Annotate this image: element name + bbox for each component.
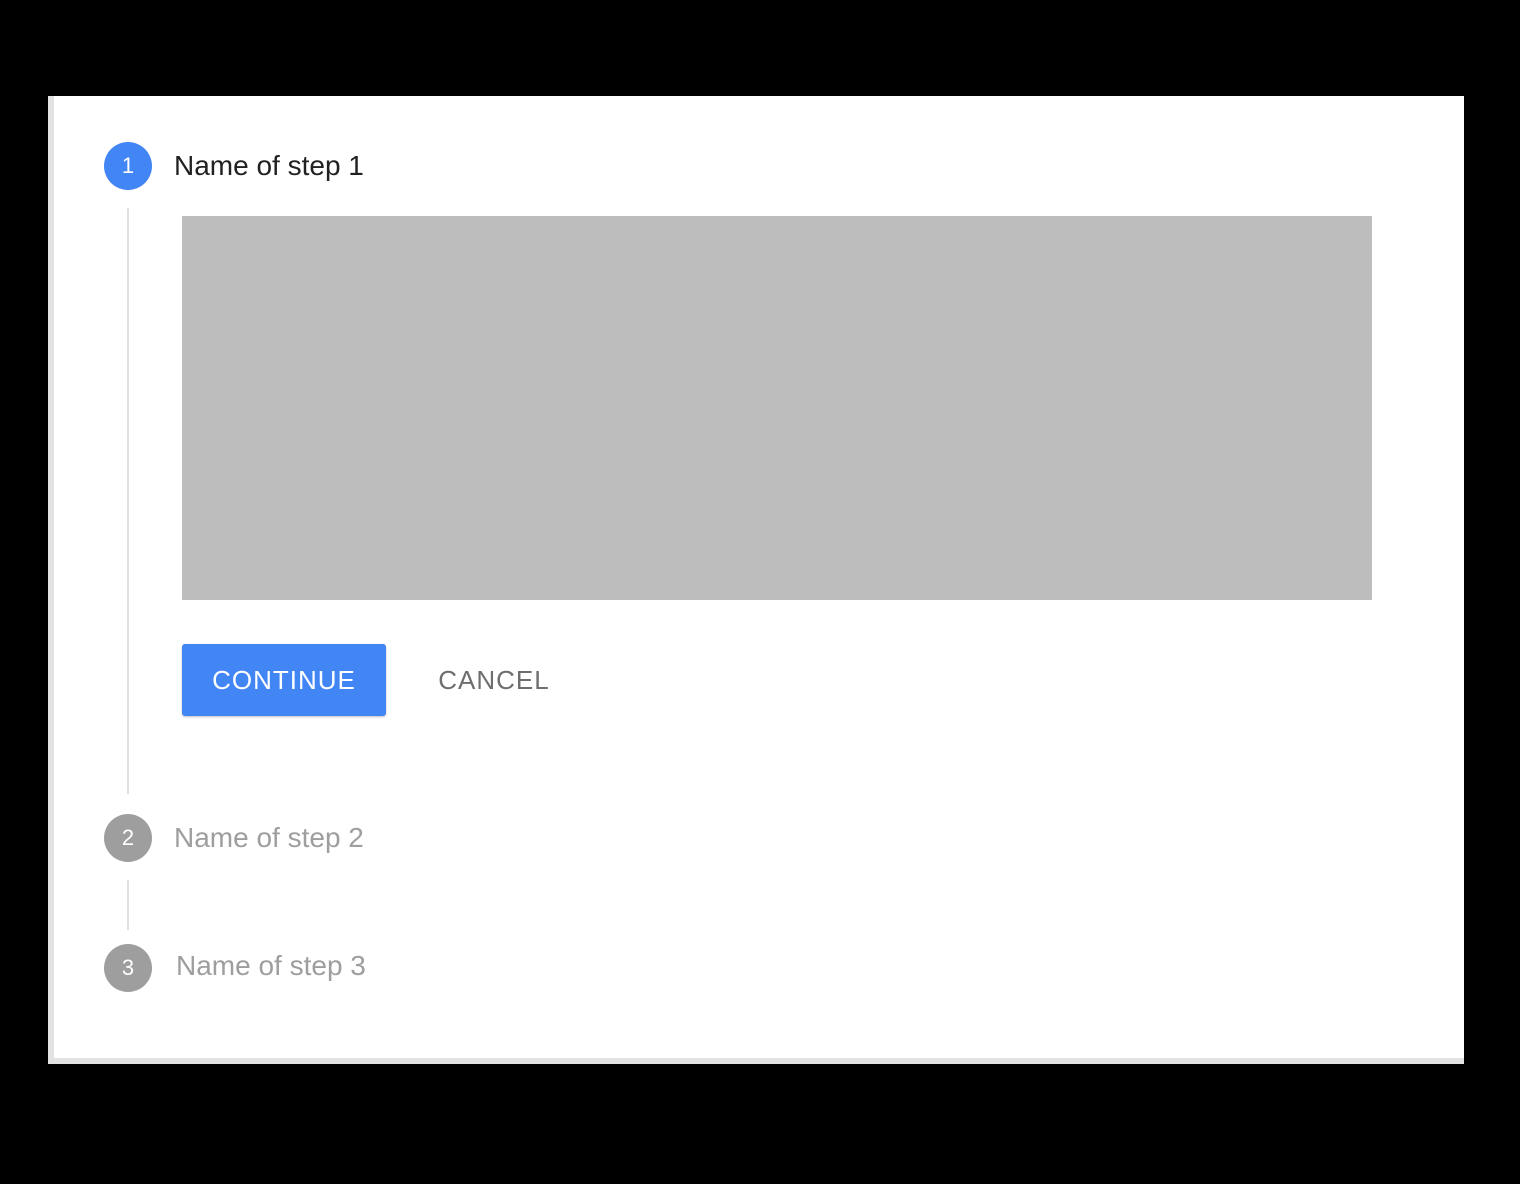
step-2-number-circle[interactable]: 2	[104, 814, 152, 862]
step-1-title[interactable]: Name of step 1	[174, 148, 364, 184]
step-3-title[interactable]: Name of step 3	[176, 948, 366, 984]
cancel-button[interactable]: CANCEL	[404, 644, 584, 716]
step-3-number-circle[interactable]: 3	[104, 944, 152, 992]
stepper-card: 1 Name of step 1 CONTINUE CANCEL 2 Name …	[48, 96, 1464, 1064]
step-connector-2	[127, 880, 129, 930]
step-connector-1	[127, 208, 129, 794]
step-2-title[interactable]: Name of step 2	[174, 820, 364, 856]
step-1-number-circle[interactable]: 1	[104, 142, 152, 190]
step-1-content-placeholder	[182, 216, 1372, 600]
continue-button[interactable]: CONTINUE	[182, 644, 386, 716]
